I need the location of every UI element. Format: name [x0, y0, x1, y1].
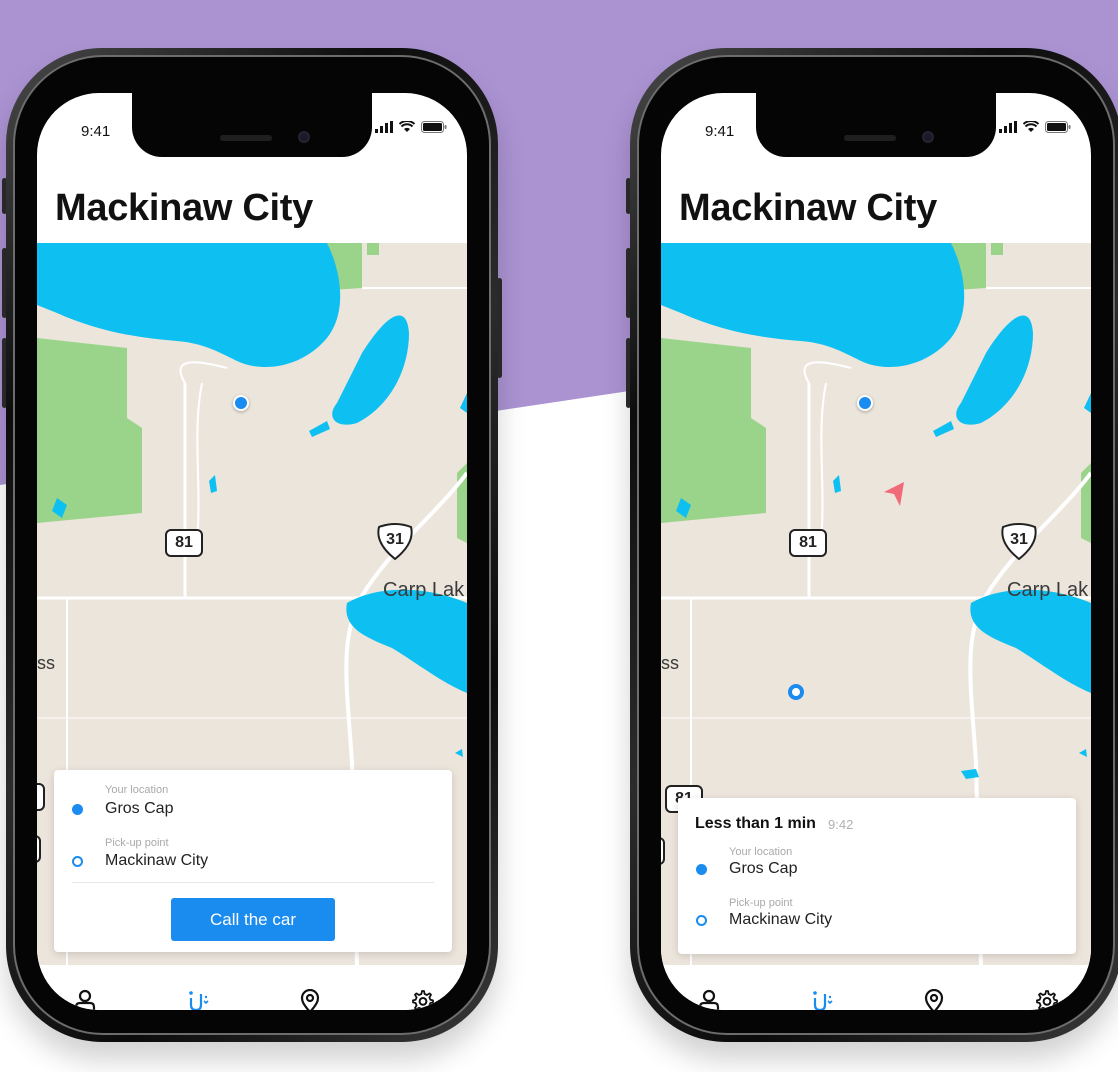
phone-mockup-1: 9:41 Mackinaw City 81 31 Carp Lak ss You…	[2, 48, 502, 1042]
wifi-icon	[399, 121, 415, 132]
your-location-label: Your location	[729, 846, 793, 858]
pickup-value: Mackinaw City	[729, 911, 833, 928]
route-31-label: 31	[386, 531, 404, 548]
location-pin-icon	[300, 989, 320, 1010]
route-shield-partial	[37, 783, 45, 811]
call-car-button[interactable]: Call the car	[171, 898, 335, 941]
eta-title: Less than 1 min	[695, 815, 816, 832]
profile-icon	[74, 989, 96, 1010]
your-location-value: Gros Cap	[729, 860, 798, 877]
tab-route[interactable]	[178, 981, 218, 1010]
phone-screen: 9:41 Mackinaw City	[661, 93, 1091, 1010]
pickup-ring-icon	[696, 915, 707, 926]
pickup-value: Mackinaw City	[105, 852, 209, 869]
your-location-dot-icon	[696, 864, 707, 875]
pickup-point-marker[interactable]	[788, 684, 804, 700]
route-icon	[189, 991, 209, 1010]
pickup-ring-icon	[72, 856, 83, 867]
pickup-label: Pick-up point	[729, 897, 793, 909]
your-location-dot-icon	[72, 804, 83, 815]
route-shield-partial-6: 6	[37, 835, 41, 863]
place-label-carp-lake: Carp Lak	[383, 579, 465, 601]
notch	[756, 93, 996, 157]
tab-route[interactable]	[802, 981, 842, 1010]
settings-icon	[1036, 990, 1058, 1010]
route-icon	[813, 991, 833, 1010]
page-title: Mackinaw City	[679, 187, 937, 229]
tab-settings[interactable]	[402, 981, 442, 1010]
phone-screen: 9:41 Mackinaw City	[37, 93, 467, 1010]
route-81-shield: 81	[789, 529, 827, 557]
battery-icon	[1045, 121, 1071, 133]
tab-settings[interactable]	[1026, 981, 1066, 1010]
current-location-marker[interactable]	[233, 395, 249, 411]
signal-icon	[999, 121, 1017, 133]
place-label-ss: ss	[661, 653, 679, 673]
profile-icon	[698, 989, 720, 1010]
tab-location[interactable]	[914, 981, 954, 1010]
status-icons	[375, 121, 447, 133]
trip-card: Less than 1 min 9:42 Your location Gros …	[678, 798, 1076, 954]
front-camera	[298, 131, 310, 143]
route-31-shield: 31	[999, 523, 1039, 561]
status-time: 9:41	[81, 123, 111, 140]
tab-location[interactable]	[290, 981, 330, 1010]
battery-icon	[421, 121, 447, 133]
status-time: 9:41	[705, 123, 735, 140]
place-label-ss: ss	[37, 653, 55, 673]
route-81-shield: 81	[165, 529, 203, 557]
pickup-label: Pick-up point	[105, 837, 169, 849]
location-pin-icon	[924, 989, 944, 1010]
trip-card: Your location Gros Cap Pick-up point Mac…	[54, 770, 452, 952]
notch	[132, 93, 372, 157]
current-location-marker[interactable]	[857, 395, 873, 411]
your-location-value: Gros Cap	[105, 800, 174, 817]
phone-mockup-2: 9:41 Mackinaw City 81 31 Carp Lak ss Les…	[626, 48, 1118, 1042]
tab-profile[interactable]	[689, 981, 729, 1010]
speaker	[844, 135, 896, 141]
wifi-icon	[1023, 121, 1039, 132]
status-icons	[999, 121, 1071, 133]
speaker	[220, 135, 272, 141]
front-camera	[922, 131, 934, 143]
route-31-shield: 31	[375, 523, 415, 561]
card-divider	[72, 882, 434, 883]
tab-profile[interactable]	[65, 981, 105, 1010]
signal-icon	[375, 121, 393, 133]
eta-time: 9:42	[828, 817, 854, 832]
page-title: Mackinaw City	[55, 187, 313, 229]
route-shield-partial-5: 5	[661, 837, 665, 865]
place-label-carp-lake: Carp Lak	[1007, 579, 1089, 601]
your-location-label: Your location	[105, 784, 169, 796]
settings-icon	[412, 990, 434, 1010]
route-31-label: 31	[1010, 531, 1028, 548]
car-arrow-icon[interactable]	[884, 480, 906, 508]
